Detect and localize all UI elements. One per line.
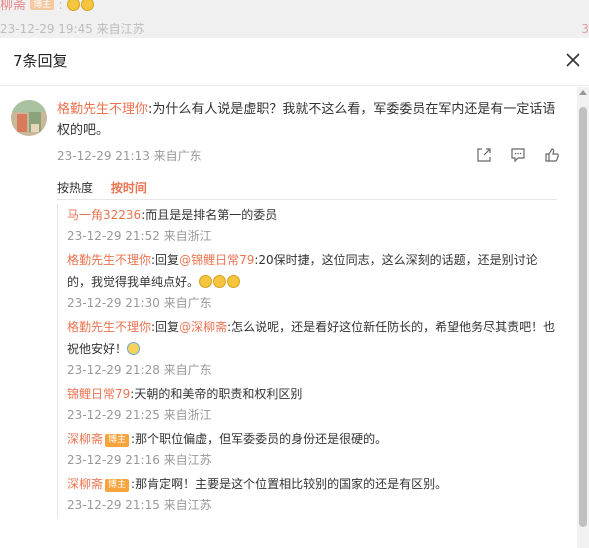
reply-content: :那个职位偏虚，但军委委员的身份还是很硬的。 [131,432,388,446]
comment-actions [476,147,573,166]
reply-username[interactable]: 锦鲤日常79 [67,387,130,401]
mention-link[interactable]: @锦鲤日常79 [179,253,254,267]
emoji-icon [66,0,80,11]
reply-text: 深柳斋 博主:那肯定啊！主要是这个位置相比较别的国家的还是有区别。 [67,473,557,495]
background-badge: 博主 [30,0,55,10]
emoji-icon [213,275,227,288]
background-feed: 柳斋 博主 : 23-12-29 19:45 来自江苏 3 [0,0,589,38]
share-icon [477,148,491,162]
comment-icon [511,148,525,163]
share-button[interactable] [476,147,492,163]
reply-content: :那肯定啊！主要是这个位置相比较别的国家的还是有区别。 [131,477,448,491]
reply-content: :回复 [151,253,180,267]
reply-item: 锦鲤日常79:天朝的和美帝的职责和权利区别 23-12-29 21:25 来自浙… [67,383,557,425]
reply-username[interactable]: 深柳斋 [67,432,103,446]
reply-text: 格勤先生不理你:回复@锦鲤日常79:20保时捷，这位同志，这么深刻的话题，还是别… [67,249,557,293]
avatar[interactable] [11,100,47,136]
reply-meta: 23-12-29 21:28 来自广东 [67,363,212,377]
reply-item: 马一角32236:而且是是排名第一的委员 23-12-29 21:52 来自浙江 [67,204,557,246]
reply-text: 深柳斋 博主:那个职位偏虚，但军委委员的身份还是很硬的。 [67,428,557,450]
divider [57,199,557,200]
scroll-up-icon[interactable] [579,90,587,95]
close-icon [566,53,580,67]
reply-meta: 23-12-29 21:15 来自江苏 [67,498,212,512]
reply-meta: 23-12-29 21:25 来自浙江 [67,408,212,422]
reply-content: :回复 [151,320,180,334]
reply-list: 马一角32236:而且是是排名第一的委员 23-12-29 21:52 来自浙江… [57,204,557,518]
comment-button[interactable] [510,147,526,163]
dialog-header: 7条回复 [0,38,589,86]
reply-username[interactable]: 深柳斋 [67,477,103,491]
reply-item: 格勤先生不理你:回复@深柳斋:怎么说呢，还是看好这位新任防长的，希望他务尽其责吧… [67,316,557,380]
reply-username[interactable]: 马一角32236 [67,208,141,222]
reply-text: 格勤先生不理你:回复@深柳斋:怎么说呢，还是看好这位新任防长的，希望他务尽其责吧… [67,316,557,360]
author-badge: 博主 [105,434,130,447]
mention-link[interactable]: @深柳斋 [179,320,227,334]
author-badge: 博主 [105,479,130,492]
comment-body: 格勤先生不理你:为什么有人说是虚职？我就不这么看，军委委员在军内还是有一定话语权… [57,99,557,141]
reply-content: :而且是是排名第一的委员 [141,208,278,222]
background-username: 柳斋 [0,0,27,13]
reply-item: 深柳斋 博主:那肯定啊！主要是这个位置相比较别的国家的还是有区别。 23-12-2… [67,473,557,515]
replies-scroll-area[interactable]: 格勤先生不理你:为什么有人说是虚职？我就不这么看，军委委员在军内还是有一定话语权… [0,87,576,548]
reply-item: 深柳斋 博主:那个职位偏虚，但军委委员的身份还是很硬的。 23-12-29 21:… [67,428,557,470]
tab-sort-by-time[interactable]: 按时间 [111,181,147,195]
comment-meta: 23-12-29 21:13 来自广东 [57,149,202,163]
tab-sort-by-hot[interactable]: 按热度 [57,181,93,195]
reply-username[interactable]: 格勤先生不理你 [67,320,151,334]
scrollbar[interactable] [577,87,589,548]
dialog-title: 7条回复 [13,52,68,70]
comment-username[interactable]: 格勤先生不理你 [57,102,148,117]
sort-tabs: 按热度 按时间 [57,179,147,196]
emoji-icon [199,275,213,288]
scrollbar-thumb[interactable] [579,107,587,527]
background-line-1: 柳斋 博主 : [0,0,95,13]
replies-dialog: 7条回复 格勤先生不理你:为什么有人说是虚职？我就不这么看，军委委员在军内还是有… [0,38,589,548]
reply-text: 锦鲤日常79:天朝的和美帝的职责和权利区别 [67,383,557,405]
background-meta: 23-12-29 19:45 来自江苏 [0,22,145,36]
close-button[interactable] [563,50,583,70]
reply-item: 格勤先生不理你:回复@锦鲤日常79:20保时捷，这位同志，这么深刻的话题，还是别… [67,249,557,313]
emoji-icon [80,0,94,11]
like-button[interactable] [544,147,560,163]
reply-meta: 23-12-29 21:30 来自广东 [67,296,212,310]
reply-meta: 23-12-29 21:52 来自浙江 [67,229,212,243]
emoji-icon [227,275,241,288]
emoji-icon [127,342,141,355]
reply-meta: 23-12-29 21:16 来自江苏 [67,453,212,467]
reply-username[interactable]: 格勤先生不理你 [67,253,151,267]
background-count: 3 [581,22,589,36]
thumbs-up-icon [545,148,560,162]
reply-text: 马一角32236:而且是是排名第一的委员 [67,204,557,226]
background-text: : [58,0,63,13]
reply-content: :天朝的和美帝的职责和权利区别 [130,387,303,401]
